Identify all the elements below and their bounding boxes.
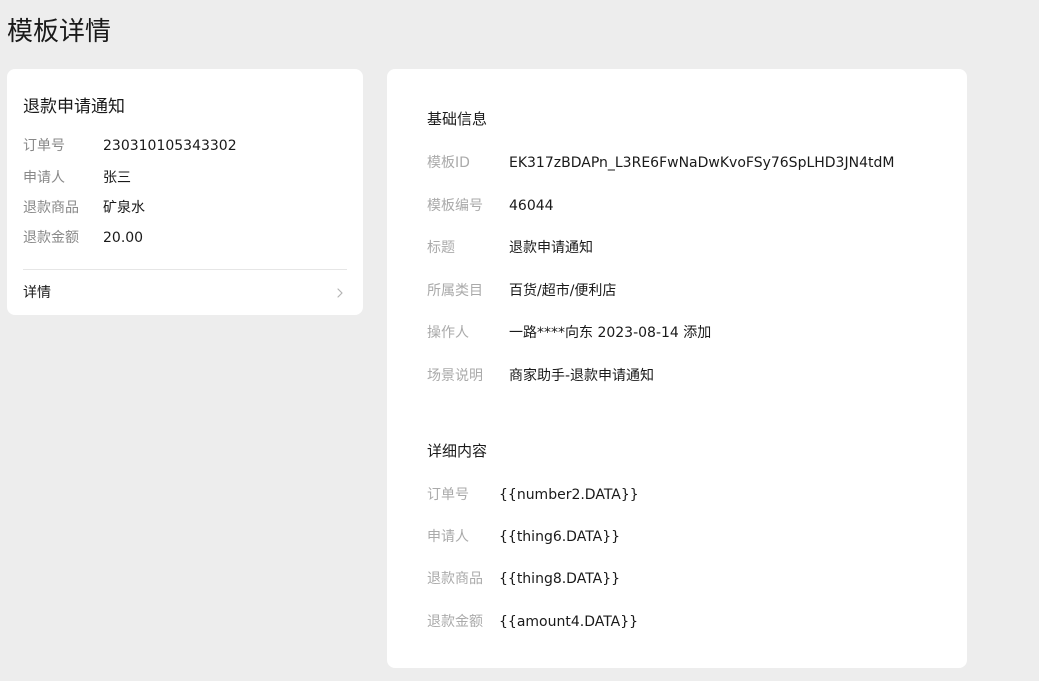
info-label: 标题 xyxy=(427,240,455,256)
preview-value: 20.00 xyxy=(103,230,144,246)
info-row-scene-description: 场景说明 商家助手-退款申请通知 xyxy=(427,365,654,387)
preview-value: 230310105343302 xyxy=(103,138,237,154)
info-row-title: 标题 退款申请通知 xyxy=(427,237,593,259)
preview-label: 退款金额 xyxy=(23,230,79,246)
preview-title: 退款申请通知 xyxy=(23,97,125,117)
content-row-refund-amount: 退款金额 {{amount4.DATA}} xyxy=(427,611,638,633)
info-value: 百货/超市/便利店 xyxy=(509,283,617,299)
preview-label: 订单号 xyxy=(23,138,65,154)
info-value: 退款申请通知 xyxy=(509,240,593,256)
info-row-operator: 操作人 一路****向东 2023-08-14 添加 xyxy=(427,322,711,344)
template-info-card: 基础信息 模板ID EK317zBDAPn_L3RE6FwNaDwKvoFSy76… xyxy=(387,69,967,668)
template-preview-card: 退款申请通知 订单号 230310105343302 申请人 张三 退款商品 矿泉水 … xyxy=(7,69,363,315)
content-row-order-number: 订单号 {{number2.DATA}} xyxy=(427,484,639,506)
content-label: 订单号 xyxy=(427,487,469,503)
content-value: {{number2.DATA}} xyxy=(499,487,639,503)
content-label: 退款金额 xyxy=(427,614,483,630)
content-label: 退款商品 xyxy=(427,571,483,587)
page-title: 模板详情 xyxy=(7,17,112,47)
info-label: 模板ID xyxy=(427,155,470,171)
preview-detail-link[interactable]: 详情 xyxy=(23,281,347,305)
content-label: 申请人 xyxy=(427,529,469,545)
preview-label: 申请人 xyxy=(23,170,65,186)
preview-divider xyxy=(23,269,347,270)
info-value: 一路****向东 2023-08-14 添加 xyxy=(509,325,712,341)
chevron-right-icon xyxy=(337,288,343,298)
info-value: 商家助手-退款申请通知 xyxy=(509,368,655,384)
info-row-template-id: 模板ID EK317zBDAPn_L3RE6FwNaDwKvoFSy76SpLHD… xyxy=(427,152,894,174)
content-row-refund-product: 退款商品 {{thing8.DATA}} xyxy=(427,568,620,590)
content-row-applicant: 申请人 {{thing6.DATA}} xyxy=(427,526,620,548)
info-value: EK317zBDAPn_L3RE6FwNaDwKvoFSy76SpLHD3JN4… xyxy=(509,155,895,171)
preview-label: 退款商品 xyxy=(23,200,79,216)
preview-row-applicant: 申请人 张三 xyxy=(23,167,131,189)
content-value: {{thing6.DATA}} xyxy=(499,529,621,545)
preview-row-refund-product: 退款商品 矿泉水 xyxy=(23,197,145,219)
preview-row-order-number: 订单号 230310105343302 xyxy=(23,135,237,157)
info-label: 模板编号 xyxy=(427,198,483,214)
info-label: 场景说明 xyxy=(427,368,483,384)
content-value: {{amount4.DATA}} xyxy=(499,614,639,630)
content-value: {{thing8.DATA}} xyxy=(499,571,621,587)
info-row-template-number: 模板编号 46044 xyxy=(427,195,554,217)
preview-value: 张三 xyxy=(103,170,131,186)
basic-info-title: 基础信息 xyxy=(427,110,488,128)
info-label: 操作人 xyxy=(427,325,469,341)
detail-content-title: 详细内容 xyxy=(427,442,488,460)
preview-value: 矿泉水 xyxy=(103,200,145,216)
info-label: 所属类目 xyxy=(427,283,483,299)
preview-row-refund-amount: 退款金额 20.00 xyxy=(23,227,143,249)
info-row-category: 所属类目 百货/超市/便利店 xyxy=(427,280,616,302)
info-value: 46044 xyxy=(509,198,554,214)
detail-link-label: 详情 xyxy=(23,285,51,301)
